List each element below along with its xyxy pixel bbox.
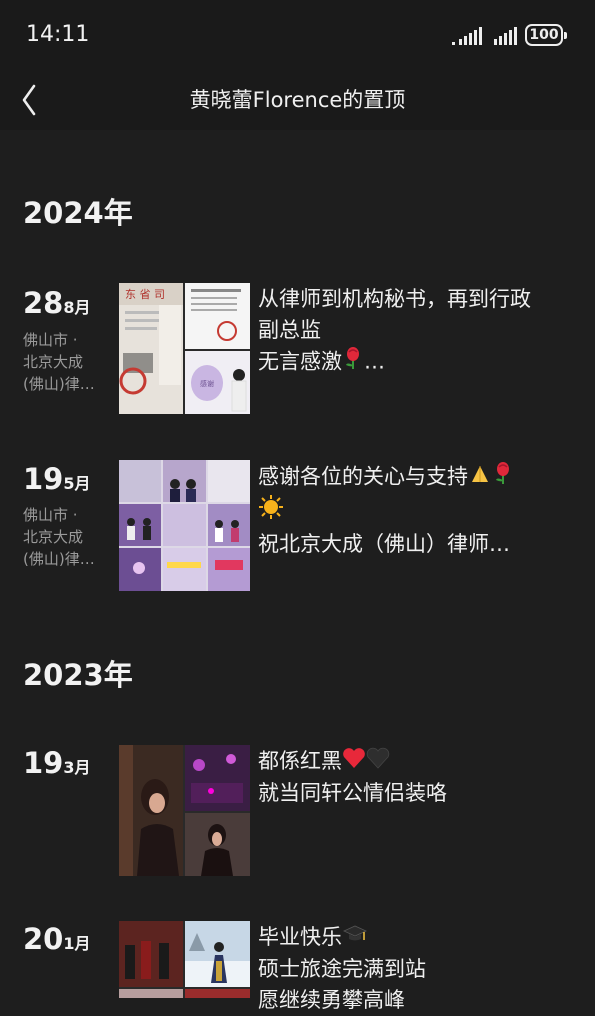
black-heart-emoji bbox=[366, 747, 390, 778]
post-month: 8月 bbox=[63, 298, 91, 317]
post-caption[interactable]: 都係红黑 就当同轩公情侣装咯 bbox=[258, 746, 578, 809]
sun-emoji bbox=[258, 494, 284, 529]
post-date: 195月 bbox=[23, 462, 91, 496]
post-thumbnail[interactable] bbox=[119, 745, 250, 876]
post-caption[interactable]: 感谢各位的关心与支持 祝北京大成（佛山）律师… bbox=[258, 461, 578, 560]
photo-collage bbox=[119, 745, 250, 876]
year-header-2023: 2023年 bbox=[23, 658, 133, 692]
post-caption[interactable]: 毕业快乐 硕士旅途完满到站 愿继续勇攀高峰 bbox=[258, 922, 578, 1016]
rose-emoji bbox=[492, 461, 514, 494]
page-title: 黄晓蕾Florence的置顶 bbox=[189, 88, 406, 112]
post-thumbnail[interactable] bbox=[119, 921, 250, 998]
svg-text:东 省 司: 东 省 司 bbox=[125, 288, 165, 301]
year-header-2024: 2024年 bbox=[23, 196, 133, 230]
post-location[interactable]: 佛山市 · 北京大成 (佛山)律… bbox=[23, 504, 111, 570]
post-day: 28 bbox=[23, 286, 64, 320]
post-date: 288月 bbox=[23, 286, 91, 320]
rose-emoji bbox=[342, 346, 364, 379]
post-date: 201月 bbox=[23, 922, 91, 956]
post-thumbnail[interactable]: 东 省 司 感谢 bbox=[119, 283, 250, 414]
signal-icon bbox=[494, 27, 517, 45]
post-location[interactable]: 佛山市 · 北京大成 (佛山)律… bbox=[23, 329, 111, 395]
status-time: 14:11 bbox=[26, 22, 90, 47]
photo-collage: 东 省 司 感谢 bbox=[119, 283, 250, 414]
red-heart-emoji bbox=[342, 747, 366, 778]
post-caption[interactable]: 从律师到机构秘书，再到行政 副总监 无言感激… bbox=[258, 284, 578, 379]
nav-bar: 黄晓蕾Florence的置顶 bbox=[0, 70, 595, 130]
post-thumbnail[interactable] bbox=[119, 460, 250, 591]
battery-icon: 100 bbox=[525, 24, 567, 46]
status-bar: 14:11 100 bbox=[0, 0, 595, 70]
photo-collage bbox=[119, 460, 250, 591]
post-date: 193月 bbox=[23, 746, 91, 780]
svg-text:感谢: 感谢 bbox=[200, 379, 214, 388]
signal-icon bbox=[452, 27, 482, 45]
praying-hands-emoji bbox=[468, 462, 492, 493]
graduation-cap-emoji bbox=[342, 923, 368, 954]
photo-collage bbox=[119, 921, 250, 998]
